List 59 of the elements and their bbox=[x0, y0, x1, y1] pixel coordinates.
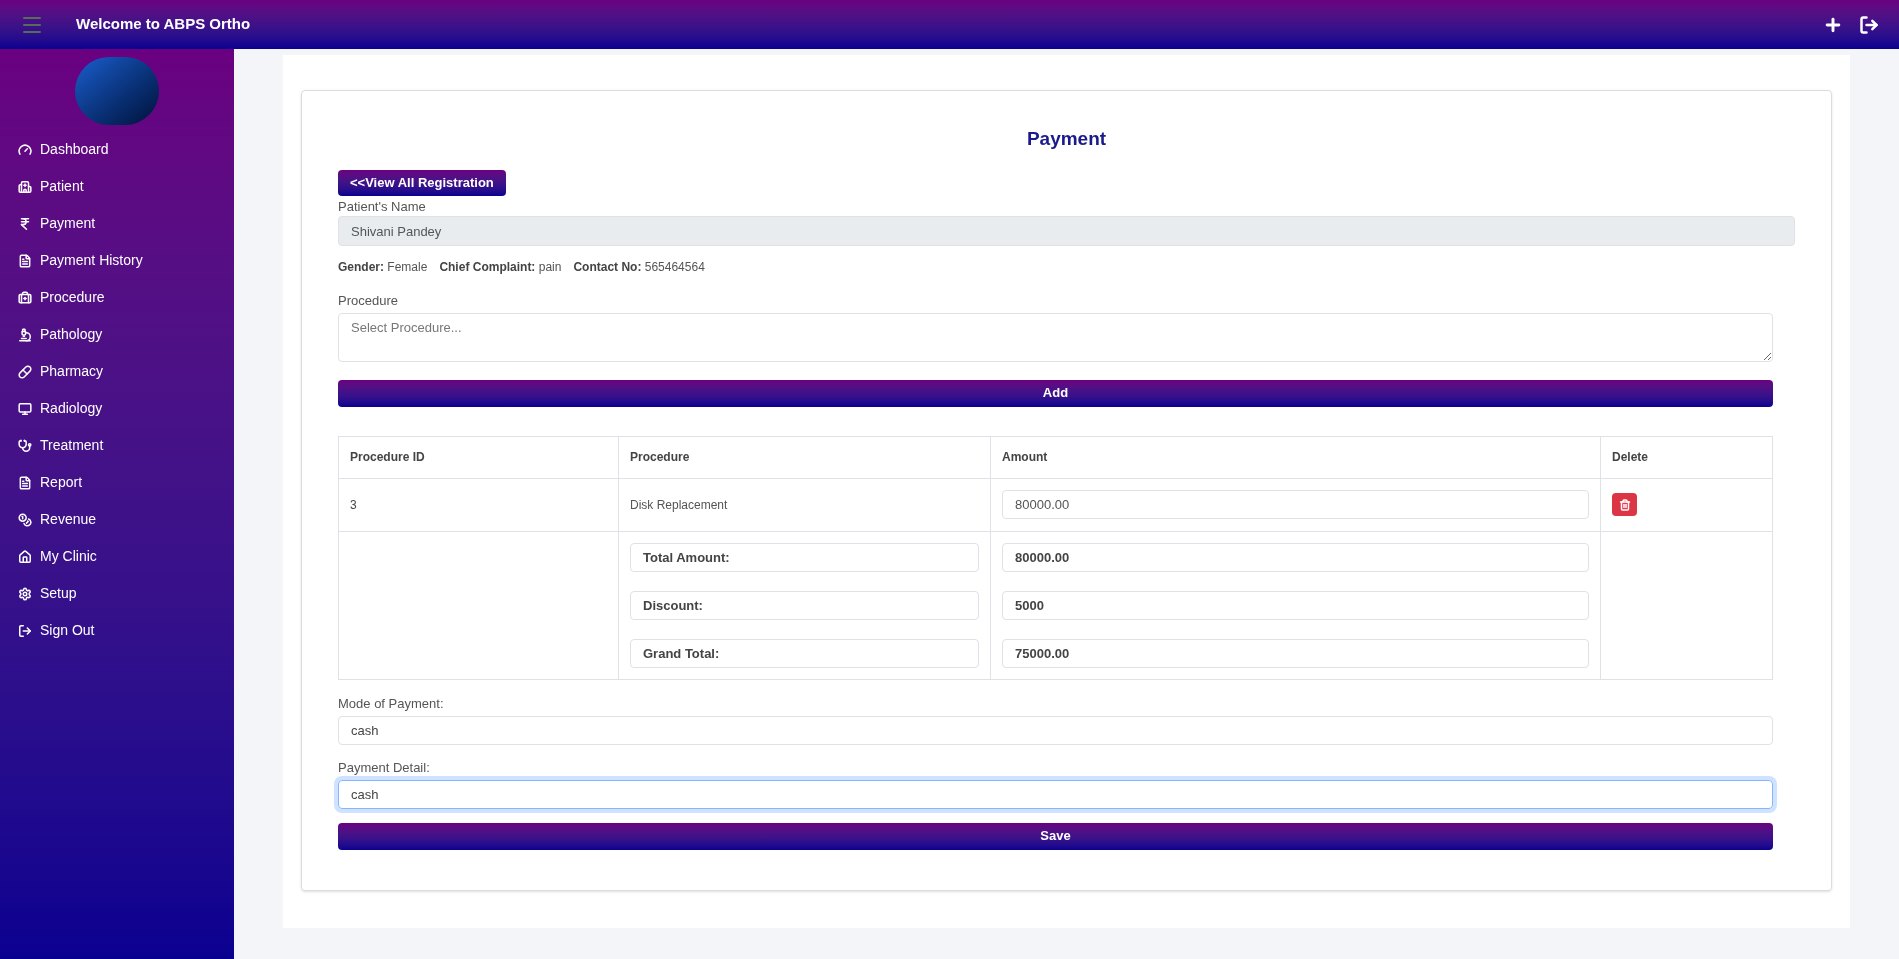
column-header: Amount bbox=[990, 436, 1601, 478]
save-button[interactable]: Save bbox=[338, 822, 1773, 850]
rupee-icon bbox=[18, 216, 32, 231]
hospital-icon bbox=[18, 179, 32, 194]
coins-icon bbox=[18, 512, 32, 527]
medical-kit-icon bbox=[18, 290, 32, 305]
sidebar-item[interactable]: Setup bbox=[0, 575, 234, 612]
add-button[interactable]: Add bbox=[338, 379, 1773, 407]
sidebar-item[interactable]: Report bbox=[0, 464, 234, 501]
document-icon bbox=[18, 253, 32, 268]
pill-icon bbox=[18, 364, 32, 379]
table-cell: 3 bbox=[338, 478, 619, 531]
sidebar-item[interactable]: Dashboard bbox=[0, 131, 234, 168]
total-value-field[interactable]: 80000.00 bbox=[1002, 542, 1589, 572]
sidebar-item[interactable]: Patient bbox=[0, 168, 234, 205]
trash-icon bbox=[1618, 498, 1631, 511]
logout-icon[interactable] bbox=[1859, 14, 1879, 35]
patient-info-text: Contact No: 565464564 bbox=[573, 259, 705, 276]
microscope-icon bbox=[18, 327, 32, 342]
column-header: Delete bbox=[1600, 436, 1773, 478]
total-value-field[interactable]: 5000 bbox=[1002, 590, 1589, 620]
sidebar-item[interactable]: Radiology bbox=[0, 390, 234, 427]
sidebar-item[interactable]: Procedure bbox=[0, 279, 234, 316]
stethoscope-icon bbox=[18, 438, 32, 453]
house-icon bbox=[18, 549, 32, 564]
total-label-field[interactable]: Grand Total: bbox=[630, 638, 979, 668]
logout-icon bbox=[18, 623, 32, 638]
sidebar-item[interactable]: Sign Out bbox=[0, 612, 234, 649]
sidebar-item[interactable]: Payment History bbox=[0, 242, 234, 279]
amount-field[interactable]: 80000.00 bbox=[1002, 490, 1589, 519]
patient-info-text: Chief Complaint: pain bbox=[439, 259, 562, 276]
sidebar-item[interactable]: Treatment bbox=[0, 427, 234, 464]
field-label: Payment Detail: bbox=[338, 759, 431, 777]
total-label-field[interactable]: Total Amount: bbox=[630, 542, 979, 572]
field-label: Patient's Name bbox=[338, 197, 427, 216]
settings-icon bbox=[18, 586, 32, 601]
sidebar-item[interactable]: Pharmacy bbox=[0, 353, 234, 390]
sidebar-item[interactable]: Pathology bbox=[0, 316, 234, 353]
gauge-icon bbox=[18, 142, 32, 157]
total-label-field[interactable]: Discount: bbox=[630, 590, 979, 620]
app-title: Welcome to ABPS Ortho bbox=[76, 14, 251, 35]
page-title: Payment bbox=[1025, 127, 1108, 151]
sidebar-item[interactable]: My Clinic bbox=[0, 538, 234, 575]
field-label: Mode of Payment: bbox=[338, 694, 445, 713]
monitor-icon bbox=[18, 401, 32, 416]
patient-info-text: Gender: Female bbox=[338, 259, 428, 276]
column-header: Procedure bbox=[618, 436, 991, 478]
mode-of-payment-field[interactable]: cash bbox=[338, 716, 1773, 745]
patient-name-field[interactable]: Shivani Pandey bbox=[338, 216, 1795, 246]
field-label: Procedure bbox=[338, 292, 399, 310]
procedure-field[interactable]: Select Procedure... bbox=[338, 312, 1773, 362]
sidebar-item[interactable]: Revenue bbox=[0, 501, 234, 538]
delete-button[interactable] bbox=[1612, 493, 1637, 516]
table-cell: Disk Replacement bbox=[618, 478, 991, 531]
total-value-field[interactable]: 75000.00 bbox=[1002, 638, 1589, 668]
sidebar-item[interactable]: Payment bbox=[0, 205, 234, 242]
document-icon bbox=[18, 475, 32, 490]
view-all-registration-button[interactable]: <<View All Registration bbox=[338, 169, 506, 196]
column-header: Procedure ID bbox=[338, 436, 619, 478]
